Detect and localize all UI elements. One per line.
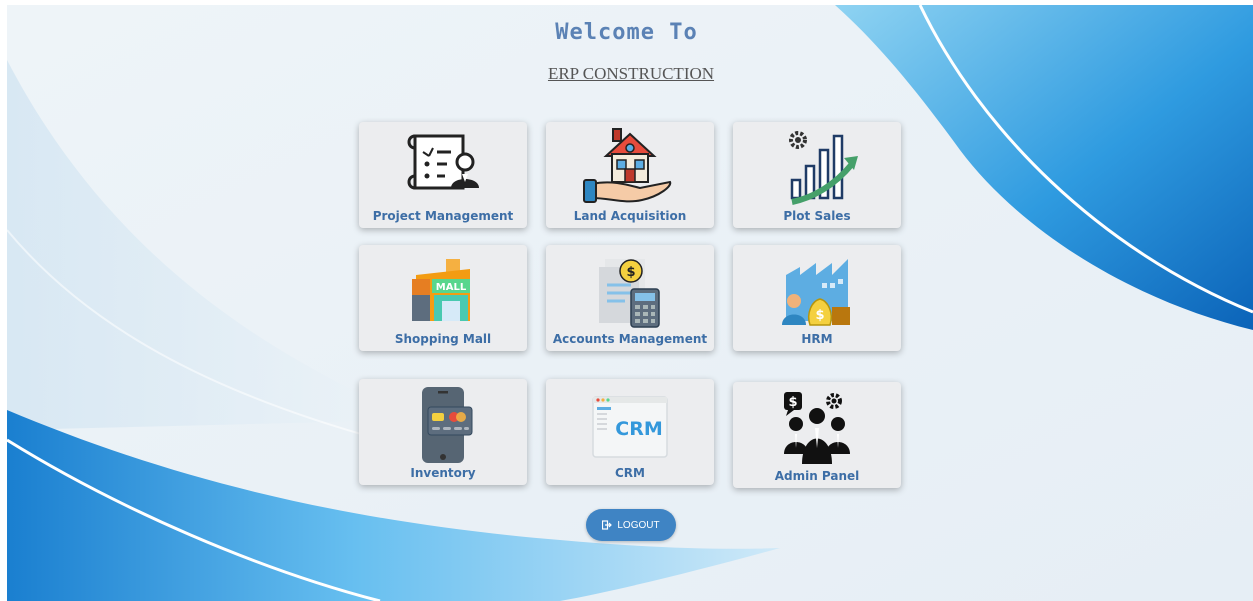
logout-label: LOGOUT (617, 519, 660, 531)
svg-text:$: $ (815, 308, 824, 323)
module-card-land-acquisition[interactable]: Land Acquisition (546, 122, 714, 228)
module-label: HRM (801, 332, 833, 346)
logout-icon (602, 520, 613, 530)
module-label: Plot Sales (783, 209, 851, 223)
land-acquisition-icon (546, 126, 714, 210)
module-label: Admin Panel (774, 469, 860, 483)
dashboard: Welcome To ERP CONSTRUCTION Project Mana… (0, 0, 1253, 601)
logout-button[interactable]: LOGOUT (586, 509, 676, 541)
module-label: Accounts Management (552, 332, 708, 346)
module-card-admin-panel[interactable]: $ Admin Panel (733, 382, 901, 488)
svg-text:$: $ (626, 265, 635, 280)
module-card-plot-sales[interactable]: Plot Sales (733, 122, 901, 228)
svg-text:$: $ (788, 395, 797, 410)
svg-text:MALL: MALL (436, 282, 467, 293)
module-card-crm[interactable]: CRM CRM (546, 379, 714, 485)
hrm-icon: $ (733, 249, 901, 333)
module-label: Inventory (410, 466, 476, 480)
crm-icon: CRM (546, 383, 714, 467)
app-subtitle: ERP CONSTRUCTION (547, 64, 715, 83)
module-card-project-management[interactable]: Project Management (359, 122, 527, 228)
module-card-hrm[interactable]: $ HRM (733, 245, 901, 351)
module-label: Shopping Mall (394, 332, 492, 346)
module-label: Project Management (372, 209, 514, 223)
module-label: Land Acquisition (573, 209, 687, 223)
project-management-icon (359, 126, 527, 210)
shopping-mall-icon: MALL (359, 249, 527, 333)
plot-sales-icon (733, 126, 901, 210)
accounts-management-icon: $ (546, 249, 714, 333)
module-card-accounts-management[interactable]: $ Accounts Management (546, 245, 714, 351)
crm-icon-text: CRM (615, 418, 662, 440)
admin-panel-icon: $ (733, 386, 901, 470)
welcome-title: Welcome To (555, 20, 698, 45)
module-card-shopping-mall[interactable]: MALL Shopping Mall (359, 245, 527, 351)
module-label: CRM (615, 466, 645, 480)
module-card-inventory[interactable]: Inventory (359, 379, 527, 485)
inventory-icon (359, 383, 527, 467)
